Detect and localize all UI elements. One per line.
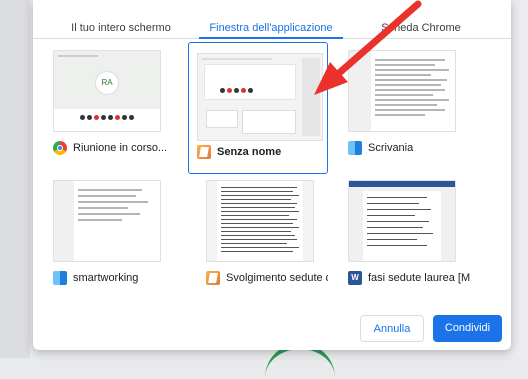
participant-avatar: RA xyxy=(95,71,119,95)
window-tile-senza-nome[interactable]: Senza nome xyxy=(188,42,328,174)
tab-entire-screen[interactable]: Il tuo intero schermo xyxy=(51,0,191,38)
window-grid: RA Riunione in corso... Senza nome Scriv… xyxy=(33,38,511,303)
window-caption: smartworking xyxy=(53,269,175,287)
finder-icon xyxy=(53,271,67,285)
window-caption-text: Senza nome xyxy=(217,146,282,158)
window-thumbnail xyxy=(197,53,323,141)
window-tile-smartworking[interactable]: smartworking xyxy=(35,168,175,300)
window-caption: Senza nome xyxy=(197,143,319,161)
window-caption-text: smartworking xyxy=(73,272,139,284)
window-thumbnail xyxy=(53,180,161,262)
tab-chrome-tab[interactable]: Scheda Chrome xyxy=(351,0,491,38)
pages-icon xyxy=(206,271,220,285)
screen-share-dialog: Il tuo intero schermo Finestra dell'appl… xyxy=(33,0,511,350)
window-tile-svolgimento[interactable]: Svolgimento sedute di... xyxy=(188,168,328,300)
window-thumbnail xyxy=(348,50,456,132)
window-thumbnail xyxy=(206,180,314,262)
window-tile-meeting[interactable]: RA Riunione in corso... xyxy=(35,38,175,170)
window-caption: W fasi sedute laurea [M... xyxy=(348,269,470,287)
window-caption-text: Scrivania xyxy=(368,142,414,154)
word-icon: W xyxy=(348,271,362,285)
window-caption-text: fasi sedute laurea [M... xyxy=(368,272,470,284)
window-thumbnail xyxy=(348,180,456,262)
pages-icon xyxy=(197,145,211,159)
chrome-icon xyxy=(53,141,67,155)
share-button[interactable]: Condividi xyxy=(433,315,502,342)
background-window-left xyxy=(0,0,30,358)
window-thumbnail: RA xyxy=(53,50,161,132)
finder-icon xyxy=(348,141,362,155)
share-source-tabs: Il tuo intero schermo Finestra dell'appl… xyxy=(33,0,511,39)
cancel-button[interactable]: Annulla xyxy=(360,315,424,342)
window-tile-scrivania[interactable]: Scrivania xyxy=(330,38,470,170)
background-window-right xyxy=(508,0,528,358)
tab-application-window[interactable]: Finestra dell'applicazione xyxy=(199,0,343,39)
window-caption: Scrivania xyxy=(348,139,470,157)
window-caption-text: Svolgimento sedute di... xyxy=(226,272,328,284)
window-caption-text: Riunione in corso... xyxy=(73,142,168,154)
dialog-footer: Annulla Condividi xyxy=(33,303,511,350)
window-caption: Svolgimento sedute di... xyxy=(206,269,328,287)
window-tile-fasi-sedute[interactable]: W fasi sedute laurea [M... xyxy=(330,168,470,300)
window-caption: Riunione in corso... xyxy=(53,139,175,157)
tab-application-window-label: Finestra dell'applicazione xyxy=(209,22,333,34)
